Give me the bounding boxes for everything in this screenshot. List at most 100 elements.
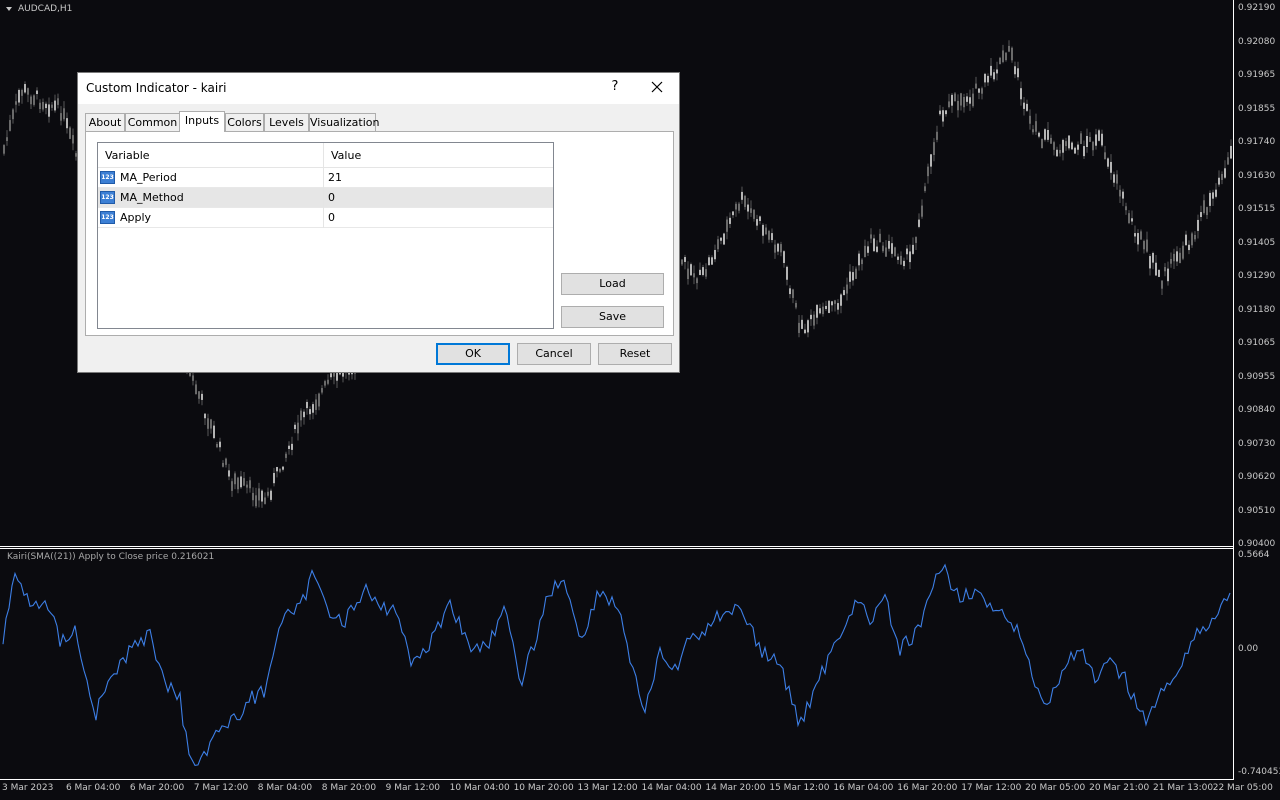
time-tick-label: 20 Mar 05:00 [1025,783,1086,793]
indicator-tick-label: -0.740453 [1238,767,1280,777]
candle-body [945,110,947,115]
input-row-ma-method[interactable]: 123 MA_Method 0 [98,188,553,208]
candle-body [978,88,980,93]
candle-body [759,216,761,222]
candle-body [1020,88,1022,100]
candle-body [237,477,239,490]
ok-button[interactable]: OK [436,343,510,365]
candle-body [42,101,44,110]
candle-body [309,409,311,415]
tab-visualization[interactable]: Visualization [309,113,379,131]
tab-common[interactable]: Common [125,113,180,131]
tab-about[interactable]: About [85,113,125,131]
candle-body [1047,130,1049,140]
time-tick-label: 8 Mar 20:00 [321,783,377,793]
candle-body [246,484,248,488]
help-button[interactable]: ? [608,79,622,94]
candle-body [1209,192,1211,206]
save-button[interactable]: Save [561,306,664,328]
candle-body [1224,168,1226,178]
integer-123-icon: 123 [100,171,115,184]
candle-body [963,96,965,108]
candle-body [852,272,854,281]
candle-body [1068,135,1070,149]
candle-body [732,211,734,216]
variable-value[interactable]: 0 [328,191,335,204]
price-tick-label: 0.90620 [1238,472,1276,482]
candle-body [1182,245,1184,259]
candle-body [279,468,281,472]
candle-body [303,411,305,418]
indicator-label: Kairi(SMA((21)) Apply to Close price 0.2… [7,552,215,562]
candle-body [1095,134,1097,146]
cancel-button[interactable]: Cancel [517,343,591,365]
candle-body [3,145,5,154]
main-subwindow-separator[interactable] [0,546,1234,547]
dialog-titlebar[interactable]: Custom Indicator - kairi ? [78,73,679,104]
variable-value[interactable]: 0 [328,211,335,224]
candle-body [225,458,227,465]
price-tick-label: 0.91290 [1238,271,1276,281]
candle-body [324,381,326,386]
candle-body [36,90,38,95]
variable-value[interactable]: 21 [328,171,342,184]
candle-body [57,98,59,105]
candle-body [906,248,908,255]
candle-body [33,95,35,105]
candle-body [846,284,848,294]
candle-body [1155,262,1157,276]
candle-body [903,260,905,267]
tab-inputs[interactable]: Inputs [179,111,225,132]
candle-body [867,246,869,253]
price-tick-label: 0.90840 [1238,405,1276,415]
grid-header: Variable Value [98,143,553,168]
input-row-ma-period[interactable]: 123 MA_Period 21 [98,168,553,188]
candle-body [783,251,785,263]
column-divider[interactable] [323,143,324,167]
candle-body [990,65,992,76]
candle-body [72,135,74,144]
time-axis-border [0,779,1234,780]
candle-body [708,257,710,266]
candle-body [315,399,317,410]
candle-body [1131,218,1133,222]
candle-body [54,100,56,111]
candle-body [1173,253,1175,262]
candle-body [720,237,722,241]
candle-body [1080,133,1082,144]
candle-body [1191,233,1193,246]
candle-body [66,118,68,129]
candle-body [291,443,293,450]
price-tick-label: 0.90730 [1238,438,1276,449]
indicator-tick-label: 0.00 [1238,644,1259,654]
load-button[interactable]: Load [561,273,664,295]
input-row-apply[interactable]: 123 Apply 0 [98,208,553,228]
candle-body [924,186,926,191]
candle-body [753,209,755,219]
candle-body [1164,267,1166,272]
candle-body [942,110,944,122]
candle-body [192,375,194,381]
candle-body [45,103,47,109]
cell-divider [323,208,324,228]
time-tick-label: 9 Mar 12:00 [385,783,441,793]
integer-123-icon: 123 [100,211,115,224]
candle-body [1008,45,1010,52]
candle-body [726,219,728,232]
candle-body [219,441,221,448]
candle-body [807,320,809,333]
candle-body [888,240,890,249]
price-tick-label: 0.90955 [1238,371,1276,382]
candle-body [780,244,782,253]
column-header-value[interactable]: Value [331,149,361,162]
close-icon[interactable] [648,78,666,96]
tab-levels[interactable]: Levels [264,113,309,131]
candle-body [1017,68,1019,78]
candle-body [696,278,698,284]
reset-button[interactable]: Reset [598,343,672,365]
column-header-variable[interactable]: Variable [105,149,150,162]
candle-body [921,205,923,217]
candle-body [795,302,797,308]
candle-body [954,93,956,102]
tab-colors[interactable]: Colors [225,113,264,131]
